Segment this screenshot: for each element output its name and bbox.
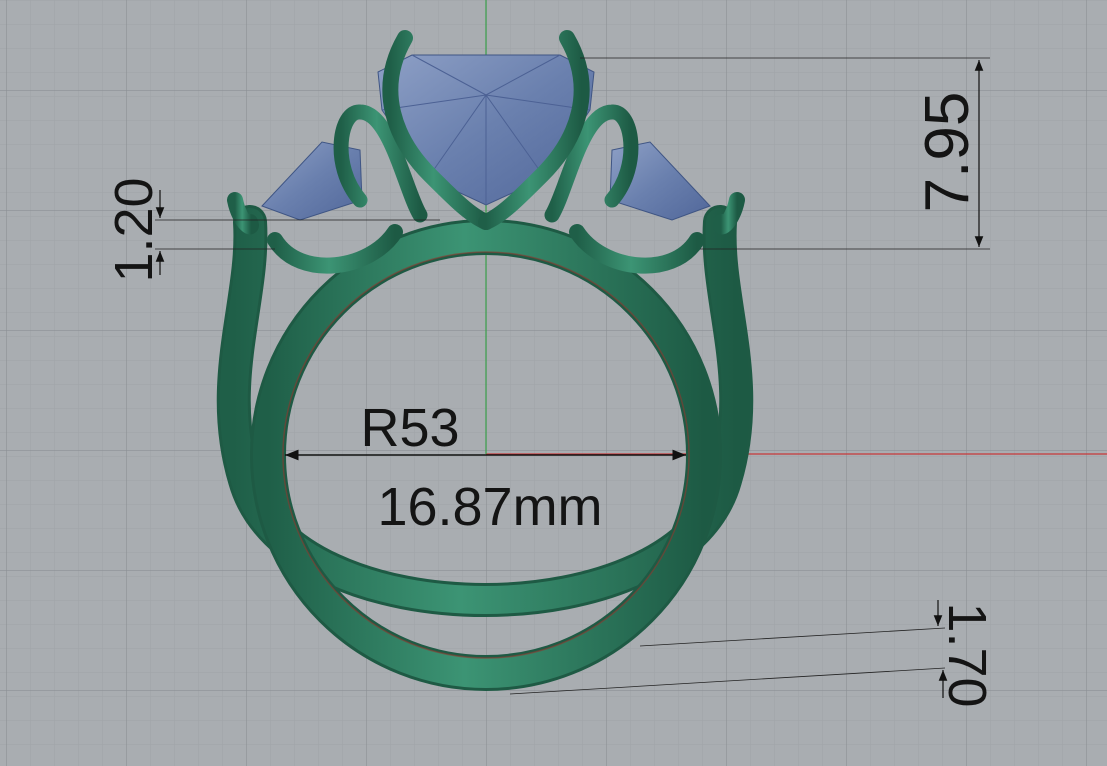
ring-size-label: R53 [360, 398, 459, 458]
shank-thickness-label: 1.70 [937, 602, 997, 707]
prong-gap-label: 1.20 [104, 177, 164, 282]
inner-diameter-label: 16.87mm [377, 477, 602, 537]
gem-height-label: 7.95 [913, 92, 982, 213]
rhino-viewport[interactable]: R53 16.87mm 7.95 1.20 1.70 [0, 0, 1107, 766]
viewport-canvas[interactable]: R53 16.87mm 7.95 1.20 1.70 [0, 0, 1107, 766]
